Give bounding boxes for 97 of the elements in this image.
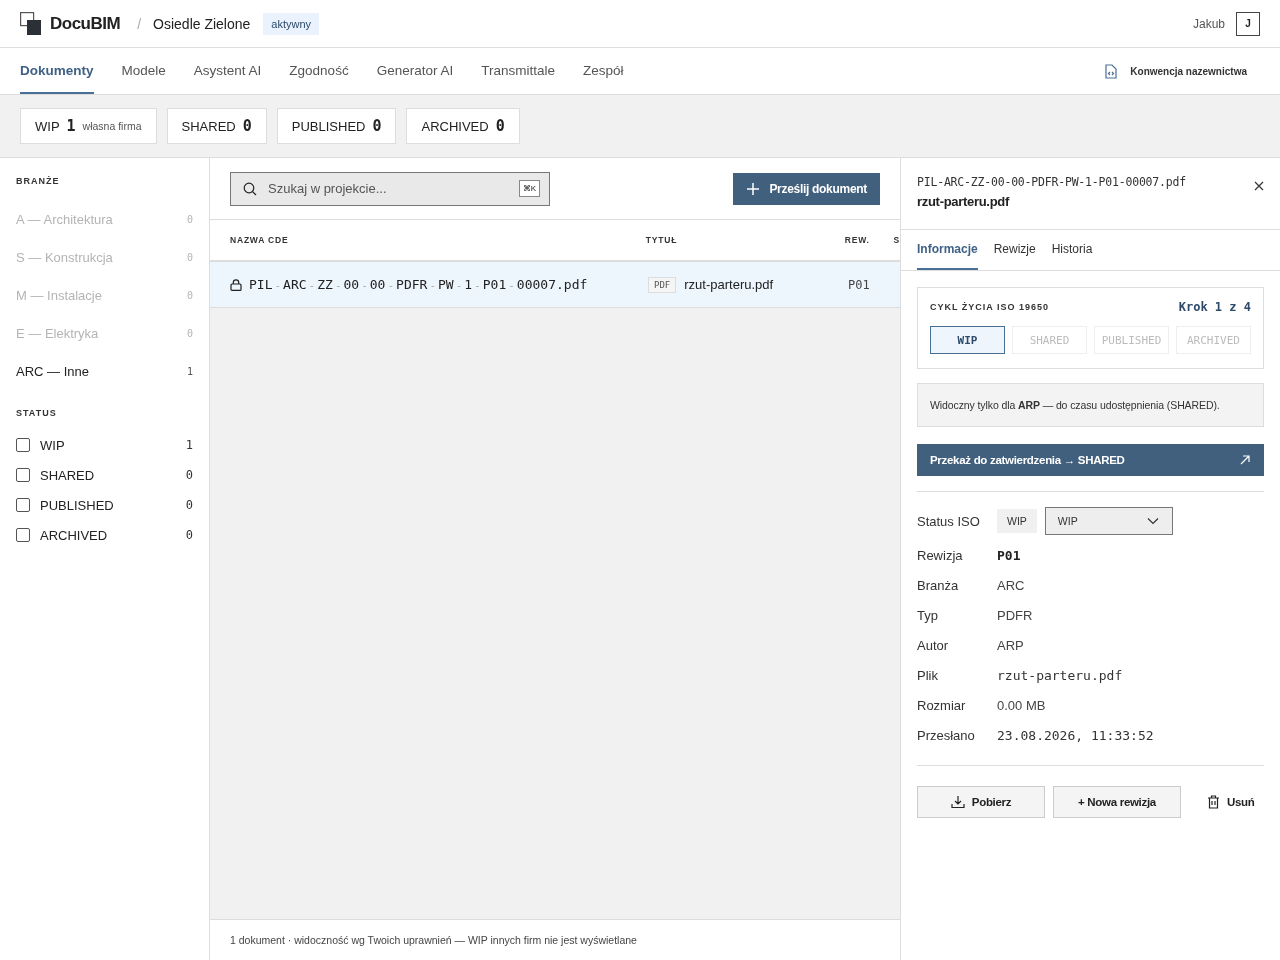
naming-convention-link[interactable]: Konwencja nazewnictwa [1130, 65, 1247, 77]
revision-cell: P01 [848, 277, 870, 292]
cde-name[interactable]: PIL-ARC-ZZ-00-00-PDFR-PW-1-P01-00007.pdf [249, 277, 588, 292]
shortcut-hint: ⌘K [518, 180, 540, 197]
card-heading: CYKL ŻYCIA ISO 19650 [930, 302, 1050, 312]
branch-filter[interactable]: ARC — Inne 1 [16, 352, 193, 390]
field-label: Branża [917, 577, 960, 593]
nav-tab[interactable]: Asystent AI [193, 48, 262, 94]
download-button[interactable]: Pobierz [917, 786, 1045, 818]
tile-label: WIP [35, 118, 60, 134]
section-heading: BRANŻE [16, 176, 61, 186]
file-format-tag: PDF [648, 276, 677, 293]
tile-count: 0 [242, 117, 252, 135]
status-tile[interactable]: WIP 1 własna firma [20, 108, 157, 144]
document-title: rzut-parteru.pdf [684, 277, 774, 292]
column-header[interactable]: TYTUŁ [645, 235, 845, 245]
tile-count: 0 [495, 117, 505, 135]
delete-button[interactable]: Usuń [1201, 786, 1261, 818]
nav-tab[interactable]: Zespół [582, 48, 624, 94]
status-badge: WIP [997, 509, 1037, 533]
field-label: Rozmiar [917, 697, 967, 713]
search-input[interactable]: Szukaj w projekcie... [266, 180, 510, 197]
tile-label: PUBLISHED [291, 118, 366, 134]
upload-button[interactable]: Prześlij dokument [733, 172, 880, 205]
field-label: Autor [917, 637, 950, 653]
submit-for-approval-button[interactable]: Przekaż do zatwierdzenia → SHARED [917, 444, 1264, 476]
close-icon [1254, 181, 1264, 191]
lifecycle-step: ARCHIVED [1176, 326, 1251, 354]
lifecycle-step: SHARED [1012, 326, 1087, 354]
logo-icon [20, 11, 42, 36]
tile-count: 0 [372, 117, 382, 135]
avatar[interactable]: J [1236, 11, 1260, 36]
file-code-icon [1105, 63, 1118, 79]
detail-tab[interactable]: Rewizje [993, 230, 1036, 270]
field-value: P01 [997, 547, 1021, 563]
app-logo[interactable]: DocuBIM [50, 13, 121, 34]
field-label: Plik [917, 667, 939, 683]
checkbox[interactable] [16, 468, 30, 482]
external-arrow-icon [1240, 455, 1250, 465]
status-select[interactable]: WIP [1044, 507, 1173, 535]
search-bar[interactable]: Szukaj w projekcie... ⌘K [230, 171, 550, 206]
checkbox[interactable] [16, 498, 30, 512]
status-count: 0 [185, 498, 193, 512]
checkbox[interactable] [16, 528, 30, 542]
status-filter-label[interactable]: ARCHIVED [40, 527, 186, 543]
detail-tab[interactable]: Informacje [917, 230, 978, 270]
file-code: PIL-ARC-ZZ-00-00-PDFR-PW-1-P01-00007.pdf [917, 175, 1186, 189]
close-button[interactable] [1254, 181, 1264, 191]
status-count: 0 [185, 468, 193, 482]
tile-label: SHARED [181, 118, 236, 134]
field-label: Typ [917, 607, 939, 623]
new-revision-button[interactable]: + Nowa rewizja [1053, 786, 1181, 818]
nav-tab[interactable]: Modele [121, 48, 166, 94]
lifecycle-step: PUBLISHED [1094, 326, 1169, 354]
field-value: rzut-parteru.pdf [997, 667, 1123, 683]
status-count: 0 [185, 528, 193, 542]
document-title: rzut-parteru.pdf [917, 194, 1011, 209]
status-filter-label[interactable]: SHARED [40, 467, 186, 483]
visibility-notice: Widoczny tylko dla ARP — do czasu udostępnienia (SHARED). [917, 383, 1264, 427]
search-icon [243, 181, 257, 196]
field-value: ARP [997, 637, 1024, 653]
status-tile[interactable]: SHARED 0 [166, 108, 267, 144]
field-label: Rewizja [917, 547, 964, 563]
tile-label: ARCHIVED [421, 118, 489, 134]
field-value: PDFR [997, 607, 1033, 623]
section-heading: STATUS [16, 408, 58, 418]
trash-icon [1207, 795, 1220, 809]
status-count: 1 [185, 438, 193, 452]
nav-tab[interactable]: Zgodność [289, 48, 349, 94]
status-filter-label[interactable]: WIP [40, 437, 186, 453]
download-icon [950, 795, 965, 809]
tile-count: 1 [66, 117, 76, 135]
field-value: 23.08.2026, 11:33:52 [997, 727, 1154, 743]
status-filter-label[interactable]: PUBLISHED [40, 497, 186, 513]
status-tile[interactable]: ARCHIVED 0 [406, 108, 520, 144]
field-value: ARC [997, 577, 1025, 593]
breadcrumb-separator: / [137, 15, 142, 32]
chevron-down-icon [1146, 517, 1159, 525]
checkbox[interactable] [16, 438, 30, 452]
plus-icon [747, 182, 760, 195]
field-value: 0.00 MB [997, 697, 1046, 713]
nav-tab[interactable]: Transmittale [481, 48, 555, 94]
project-name[interactable]: Osiedle Zielone [153, 15, 251, 32]
tile-note: własna firma [82, 120, 142, 132]
status-badge: aktywny [263, 12, 320, 35]
status-tile[interactable]: PUBLISHED 0 [276, 108, 397, 144]
field-label: Status ISO [917, 513, 981, 529]
user-name: Jakub [1192, 16, 1225, 31]
nav-tab[interactable]: Generator AI [376, 48, 454, 94]
lifecycle-step: WIP [930, 326, 1005, 354]
field-label: Przesłano [917, 727, 976, 743]
column-header[interactable]: REW. [844, 235, 894, 245]
footer-note: 1 dokument · widoczność wg Twoich uprawnień — WIP innych firm nie jest wyświetlane [210, 919, 900, 960]
detail-tab[interactable]: Historia [1051, 230, 1093, 270]
column-header: S [893, 235, 900, 245]
column-header[interactable]: NAZWA CDE [230, 235, 646, 245]
step-counter: Krok 1 z 4 [1178, 300, 1251, 314]
